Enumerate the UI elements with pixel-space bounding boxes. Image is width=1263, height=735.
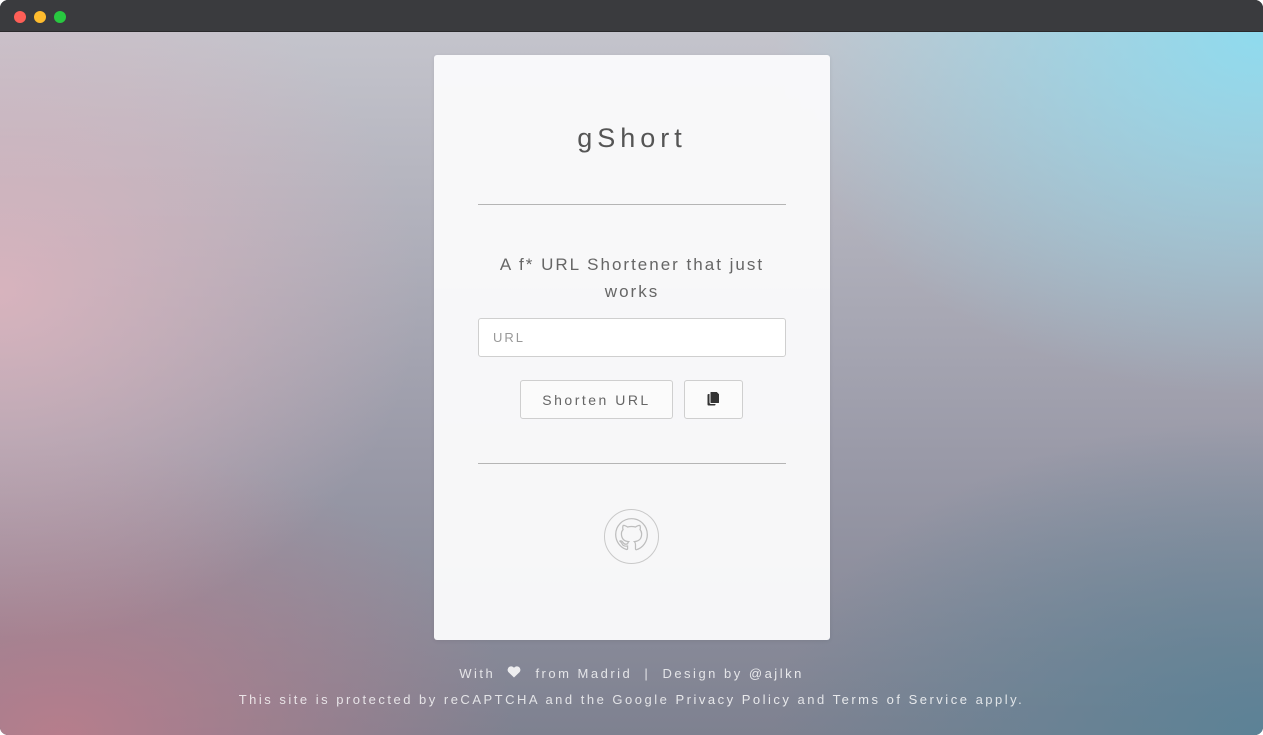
terms-of-service-link[interactable]: Terms of Service xyxy=(833,692,970,707)
shorten-url-button[interactable]: Shorten URL xyxy=(520,380,673,419)
recaptcha-notice: This site is protected by reCAPTCHA and … xyxy=(0,692,1263,707)
url-input[interactable] xyxy=(478,318,786,357)
recaptcha-and: and xyxy=(797,692,827,707)
footer-credits: With from Madrid | Design by @ajlkn xyxy=(0,666,1263,682)
author-link[interactable]: @ajlkn xyxy=(749,666,804,681)
minimize-window-button[interactable] xyxy=(34,11,46,23)
close-window-button[interactable] xyxy=(14,11,26,23)
browser-window: gShort A f* URL Shortener that just work… xyxy=(0,0,1263,735)
footer-from: from Madrid xyxy=(535,666,633,681)
heart-icon xyxy=(507,666,521,681)
copy-button[interactable] xyxy=(684,380,743,419)
shorten-url-label: Shorten URL xyxy=(542,391,651,408)
footer-separator: | xyxy=(644,666,651,681)
recaptcha-prefix: This site is protected by reCAPTCHA and … xyxy=(238,692,670,707)
maximize-window-button[interactable] xyxy=(54,11,66,23)
github-icon xyxy=(615,517,648,556)
page-background: gShort A f* URL Shortener that just work… xyxy=(0,32,1263,735)
footer-design-by: Design by xyxy=(662,666,743,681)
recaptcha-apply: apply. xyxy=(975,692,1025,707)
divider-top xyxy=(478,204,786,205)
app-title: gShort xyxy=(577,123,687,153)
privacy-policy-link[interactable]: Privacy Policy xyxy=(675,692,791,707)
footer-with: With xyxy=(459,666,496,681)
window-titlebar xyxy=(0,0,1263,32)
main-card: gShort A f* URL Shortener that just work… xyxy=(434,55,830,640)
github-link[interactable] xyxy=(604,509,659,564)
tagline: A f* URL Shortener that just works xyxy=(499,255,765,301)
divider-bottom xyxy=(478,463,786,464)
copy-icon xyxy=(707,390,720,409)
